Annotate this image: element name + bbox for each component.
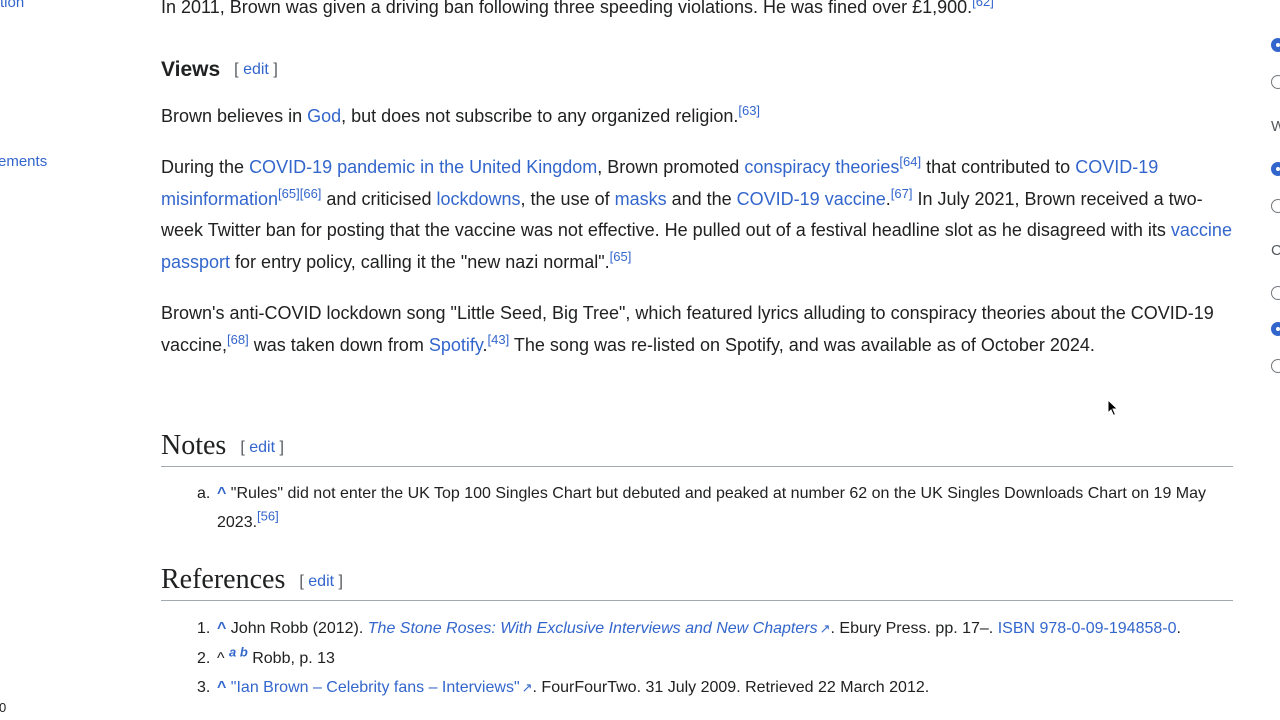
citation-link[interactable]: [67] bbox=[891, 186, 913, 201]
text: for entry policy, calling it the "new na… bbox=[230, 251, 610, 272]
heading-text: Views bbox=[161, 58, 221, 81]
text: , but does not subscribe to any organize… bbox=[341, 106, 739, 126]
appearance-section-label: W bbox=[1271, 118, 1280, 135]
list-marker: 1. bbox=[197, 620, 211, 637]
citation-link[interactable]: [65] bbox=[278, 186, 300, 201]
text: that contributed to bbox=[921, 157, 1076, 177]
citation-link[interactable]: [68] bbox=[227, 332, 249, 347]
section-heading-notes: Notes [ edit ] bbox=[161, 430, 1233, 467]
text: . Ebury Press. pp. 17–. bbox=[830, 620, 998, 637]
edit-section-link[interactable]: edit bbox=[243, 61, 269, 78]
isbn-number-link[interactable]: 978-0-09-194858-0 bbox=[1040, 620, 1177, 637]
list-marker: 3. bbox=[197, 679, 211, 696]
citation-link[interactable]: [64] bbox=[899, 154, 921, 169]
text: . FourFourTwo. 31 July 2009. Retrieved 2… bbox=[532, 679, 930, 696]
citation-link[interactable]: [43] bbox=[488, 332, 510, 347]
link-conspiracy-theories[interactable]: conspiracy theories bbox=[744, 157, 899, 177]
link-covid-vaccine[interactable]: COVID-19 vaccine bbox=[737, 189, 886, 209]
link-masks[interactable]: masks bbox=[615, 189, 667, 209]
link-covid-pandemic-uk[interactable]: COVID-19 pandemic in the United Kingdom bbox=[249, 157, 597, 177]
external-link-icon: ↗ bbox=[521, 680, 533, 695]
citation-link[interactable]: [62] bbox=[972, 0, 994, 9]
text: and criticised bbox=[321, 188, 437, 209]
backlink-a[interactable]: a bbox=[229, 644, 236, 659]
citation-link[interactable]: [65] bbox=[610, 249, 632, 264]
appearance-section-label: C bbox=[1271, 242, 1280, 259]
paragraph-covid: During the COVID-19 pandemic in the Unit… bbox=[161, 152, 1233, 278]
note-text: "Rules" did not enter the UK Top 100 Sin… bbox=[217, 485, 1207, 531]
list-marker: 2. bbox=[197, 649, 211, 667]
section-heading-references: References [ edit ] bbox=[161, 564, 1233, 601]
paragraph-text: In 2011, Brown was given a driving ban f… bbox=[161, 0, 973, 17]
appearance-radio[interactable] bbox=[1271, 286, 1280, 300]
bracket: [ bbox=[234, 61, 239, 79]
appearance-radio-selected[interactable] bbox=[1271, 162, 1280, 176]
citation-link[interactable]: [66] bbox=[300, 186, 322, 201]
backlink-caret-text: ^ bbox=[217, 649, 225, 667]
link-god[interactable]: God bbox=[307, 106, 341, 126]
list-marker: a. bbox=[197, 485, 211, 502]
text: . bbox=[1176, 620, 1181, 637]
text: Brown believes in bbox=[161, 106, 308, 126]
bracket: [ bbox=[299, 572, 304, 590]
notes-list: a. ^ "Rules" did not enter the UK Top 10… bbox=[161, 480, 1221, 537]
sidebar-clipped-text: 0 bbox=[0, 700, 7, 715]
appearance-radio-selected[interactable] bbox=[1271, 322, 1280, 336]
bracket: [ bbox=[240, 438, 245, 456]
text: , Brown promoted bbox=[597, 157, 745, 177]
citation-link[interactable]: [63] bbox=[738, 103, 760, 118]
appearance-radio-selected[interactable] bbox=[1271, 38, 1280, 52]
paragraph-religion: Brown believes in God, but does not subs… bbox=[161, 101, 1233, 133]
bracket: ] bbox=[338, 572, 343, 590]
reference-title-link[interactable]: The Stone Roses: With Exclusive Intervie… bbox=[368, 620, 818, 637]
text: Robb, p. 13 bbox=[247, 649, 335, 667]
sidebar-toc-item-clipped[interactable]: ements bbox=[0, 153, 47, 170]
appearance-radio[interactable] bbox=[1271, 359, 1280, 373]
heading-text: References bbox=[161, 564, 286, 595]
edit-section-link[interactable]: edit bbox=[308, 573, 334, 590]
edit-section: [ edit ] bbox=[299, 573, 343, 590]
reference-item: 2. ^ a b Robb, p. 13 bbox=[161, 645, 1221, 674]
section-heading-views: Views [ edit ] bbox=[161, 58, 278, 82]
text: and the bbox=[666, 188, 737, 209]
external-link-icon: ↗ bbox=[819, 621, 831, 636]
reference-item: 1. ^ John Robb (2012). The Stone Roses: … bbox=[161, 615, 1221, 644]
paragraph-driving-ban: In 2011, Brown was given a driving ban f… bbox=[161, 0, 1233, 24]
backlink-caret[interactable]: ^ bbox=[217, 679, 226, 696]
edit-section: [ edit ] bbox=[234, 61, 278, 78]
edit-section: [ edit ] bbox=[240, 439, 284, 456]
backlink-b[interactable]: b bbox=[240, 644, 248, 659]
heading-text: Notes bbox=[161, 430, 227, 461]
text: John Robb (2012). bbox=[226, 620, 368, 637]
mouse-cursor-icon bbox=[1107, 399, 1119, 417]
citation-link[interactable]: [56] bbox=[257, 508, 279, 523]
text: was taken down from bbox=[248, 334, 429, 355]
text: , the use of bbox=[520, 188, 615, 209]
reference-title-link[interactable]: "Ian Brown – Celebrity fans – Interviews… bbox=[231, 679, 520, 696]
backlink-caret[interactable]: ^ bbox=[217, 485, 226, 502]
link-lockdowns[interactable]: lockdowns bbox=[436, 189, 520, 209]
appearance-radio[interactable] bbox=[1271, 75, 1280, 89]
link-spotify[interactable]: Spotify bbox=[429, 335, 483, 355]
reference-item: 3. ^ "Ian Brown – Celebrity fans – Inter… bbox=[161, 674, 1221, 703]
bracket: ] bbox=[279, 438, 284, 456]
paragraph-song: Brown's anti-COVID lockdown song "Little… bbox=[161, 298, 1233, 361]
references-list: 1. ^ John Robb (2012). The Stone Roses: … bbox=[161, 615, 1221, 703]
note-item: a. ^ "Rules" did not enter the UK Top 10… bbox=[161, 480, 1221, 537]
isbn-link[interactable]: ISBN bbox=[998, 620, 1035, 637]
sidebar-toc-item-clipped[interactable]: tion bbox=[0, 0, 24, 11]
appearance-radio[interactable] bbox=[1271, 199, 1280, 213]
text: The song was re-listed on Spotify, and w… bbox=[509, 334, 1095, 355]
bracket: ] bbox=[273, 61, 278, 79]
backlink-caret[interactable]: ^ bbox=[217, 620, 226, 637]
text: During the bbox=[161, 157, 250, 177]
edit-section-link[interactable]: edit bbox=[249, 439, 275, 456]
